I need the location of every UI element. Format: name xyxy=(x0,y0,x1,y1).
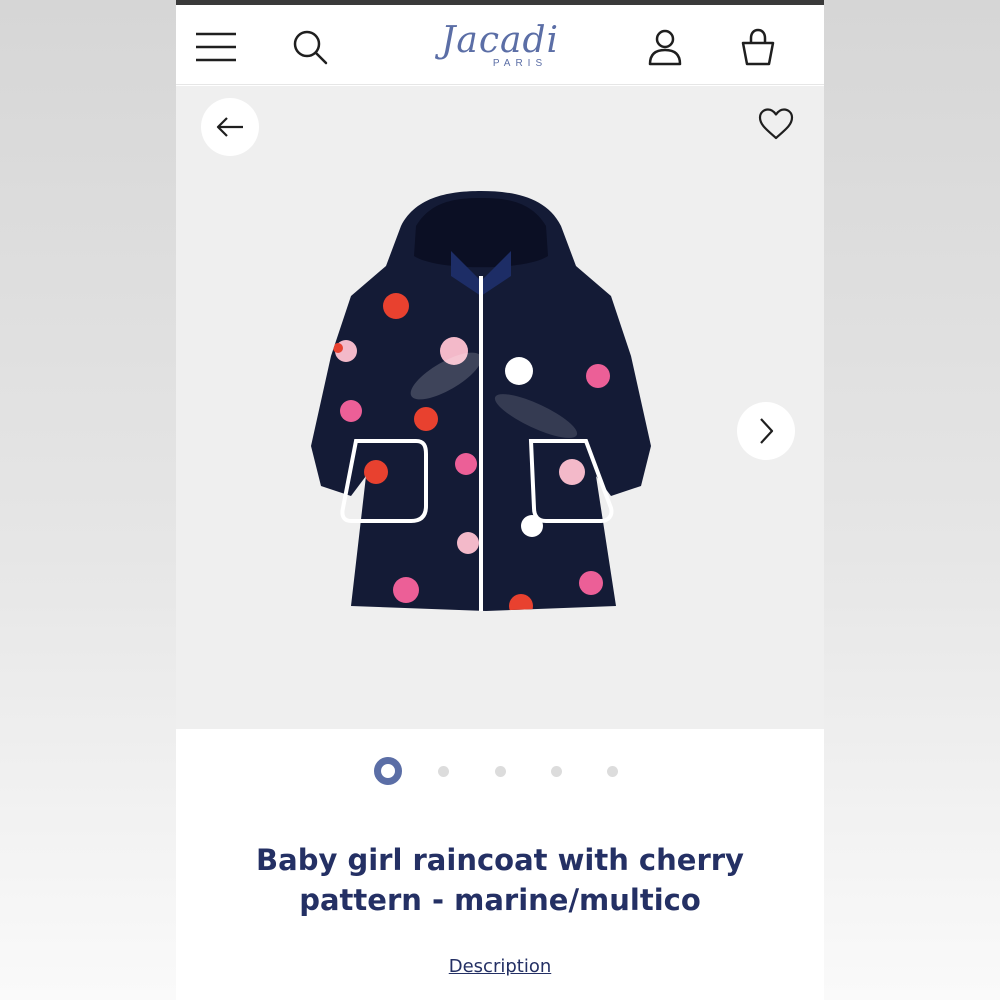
search-icon xyxy=(293,30,328,65)
description-link[interactable]: Description xyxy=(176,956,824,977)
phone-screen: Jacadi PARIS Baby girl raincoat with che… xyxy=(176,0,824,1000)
search-button[interactable] xyxy=(286,25,334,69)
background-right xyxy=(824,0,1000,1000)
raincoat-image xyxy=(311,191,651,611)
bag-button[interactable] xyxy=(734,25,782,69)
arrow-left-icon xyxy=(216,117,243,137)
heart-icon xyxy=(758,108,794,140)
background-left xyxy=(0,0,176,1000)
product-gallery[interactable] xyxy=(176,86,824,729)
next-image-button[interactable] xyxy=(737,402,795,460)
gallery-pagination xyxy=(176,755,824,789)
menu-button[interactable] xyxy=(192,25,240,69)
menu-icon xyxy=(196,32,236,62)
pagination-dot-1[interactable] xyxy=(374,757,402,785)
logo-subtext: PARIS xyxy=(492,57,548,69)
pagination-dot-3[interactable] xyxy=(495,766,506,777)
back-button[interactable] xyxy=(201,98,259,156)
account-button[interactable] xyxy=(641,25,689,69)
logo-wordmark: Jacadi xyxy=(440,19,560,61)
favorite-button[interactable] xyxy=(754,104,798,144)
pagination-dot-5[interactable] xyxy=(607,766,618,777)
bag-icon xyxy=(741,28,775,66)
pagination-dot-2[interactable] xyxy=(438,766,449,777)
chevron-right-icon xyxy=(760,418,774,444)
site-header: Jacadi PARIS xyxy=(176,5,824,85)
product-title: Baby girl raincoat with cherry pattern -… xyxy=(256,843,744,917)
brand-logo[interactable]: Jacadi PARIS xyxy=(400,15,600,75)
pagination-dot-4[interactable] xyxy=(551,766,562,777)
account-icon xyxy=(648,29,682,66)
